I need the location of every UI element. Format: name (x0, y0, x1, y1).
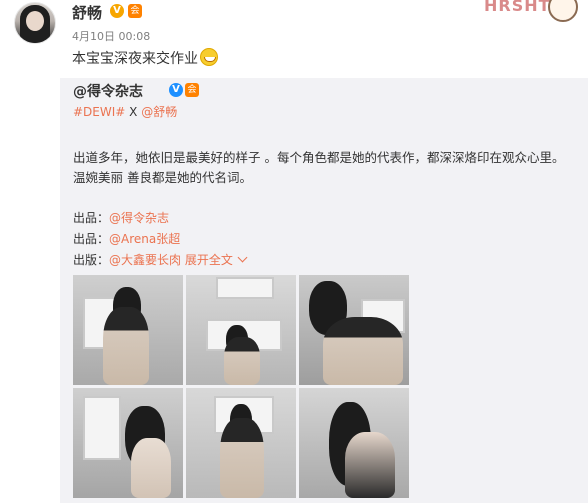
mention-link[interactable]: @舒畅 (141, 105, 177, 119)
repost-tagline: #DEWI# X @舒畅 (73, 103, 177, 120)
credit-link[interactable]: @Arena张超 (109, 232, 180, 246)
sticker-face-icon (548, 0, 578, 22)
post-text: 本宝宝深夜来交作业 (72, 48, 218, 68)
photo-1[interactable] (73, 275, 183, 385)
photo-2[interactable] (186, 275, 296, 385)
photo-5[interactable] (186, 388, 296, 498)
sticker-text: HRSHT (484, 0, 551, 15)
credit-line-1: 出品：@得令杂志 (73, 209, 169, 226)
avatar-face (26, 11, 44, 31)
expand-full-text-button[interactable]: 展开全文 (184, 252, 248, 267)
tagline-separator: X (129, 105, 138, 119)
verified-icon: V (110, 4, 124, 18)
credit-label: 出版： (73, 253, 110, 267)
photo-3[interactable] (299, 275, 409, 385)
author-name[interactable]: 舒畅 (72, 2, 102, 23)
repost-author[interactable]: @得令杂志 (73, 81, 143, 101)
credit-line-3: 出版：@大鑫要长肉 展开全文 (73, 251, 248, 268)
repost-body: 出道多年，她依旧是最美好的样子 。每个角色都是她的代表作，都深深烙印在观众心里。… (73, 150, 565, 185)
credit-label: 出品： (73, 211, 110, 225)
photo-6[interactable] (299, 388, 409, 498)
post-timestamp[interactable]: 4月10日 00:08 (72, 28, 150, 44)
photo-4[interactable] (73, 388, 183, 498)
credit-label: 出品： (73, 232, 110, 246)
credit-line-2: 出品：@Arena张超 (73, 230, 180, 247)
expand-label: 展开全文 (184, 253, 233, 267)
hashtag-link[interactable]: #DEWI# (73, 105, 125, 119)
post-header: 舒畅 V 会 4月10日 00:08 本宝宝深夜来交作业 HRSHT (0, 0, 588, 78)
repost-container[interactable]: @得令杂志 V 会 #DEWI# X @舒畅 出道多年，她依旧是最美好的样子 。… (60, 78, 588, 503)
smile-emoji-icon (200, 48, 218, 66)
repost-member-badge-icon: 会 (185, 83, 199, 97)
post-text-content: 本宝宝深夜来交作业 (72, 51, 198, 67)
author-avatar[interactable] (14, 2, 56, 44)
credit-link[interactable]: @得令杂志 (109, 211, 169, 225)
repost-verified-icon: V (169, 83, 183, 97)
member-badge-icon: 会 (128, 4, 142, 18)
chevron-down-icon (237, 252, 248, 263)
credit-link[interactable]: @大鑫要长肉 (109, 253, 181, 267)
decorative-sticker: HRSHT (478, 0, 588, 22)
